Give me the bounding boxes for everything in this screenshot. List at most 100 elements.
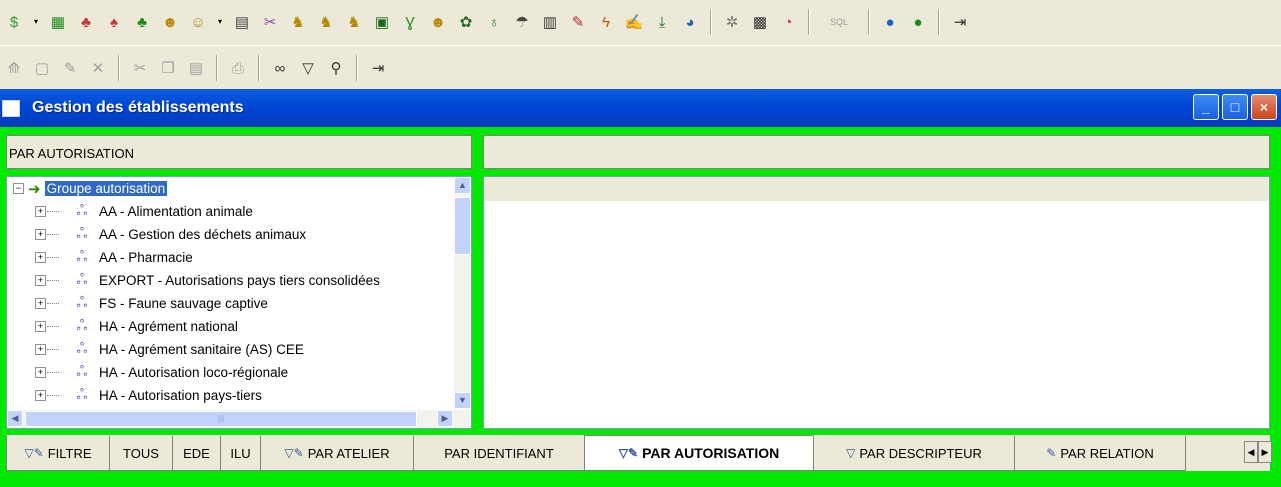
tab-par-autorisation[interactable]: ▽✎ PAR AUTORISATION — [584, 435, 814, 471]
tree-item[interactable]: + ஃ AA - Gestion des déchets animaux — [7, 223, 306, 246]
animal-group-icon[interactable]: ♞ — [287, 11, 309, 33]
tree-item[interactable]: + ஃ HA - Autorisation pays-tiers — [7, 384, 262, 407]
tree-item[interactable]: + ஃ AA - Alimentation animale — [7, 200, 253, 223]
tree-item[interactable]: + ஃ HA - Agrément national — [7, 315, 238, 338]
scissors-icon[interactable]: ✂ — [259, 11, 281, 33]
download-icon[interactable]: ⤓ — [651, 11, 673, 33]
calculator-icon[interactable]: ▦ — [47, 11, 69, 33]
animal-group-3-icon[interactable]: ♞ — [343, 11, 365, 33]
register-icon[interactable]: ▣ — [371, 11, 393, 33]
window-icon[interactable] — [2, 99, 20, 117]
chevron-down-icon[interactable]: ▾ — [31, 11, 41, 33]
expand-icon[interactable]: + — [35, 229, 46, 240]
scroll-up-icon[interactable]: ▲ — [454, 177, 471, 194]
new-record-icon[interactable]: ⟰ — [3, 57, 25, 79]
people-group-icon[interactable]: ☺ — [187, 11, 209, 33]
tree-item-label[interactable]: HA - Autorisation pays-tiers — [99, 388, 262, 403]
delete-icon[interactable]: ✕ — [87, 57, 109, 79]
globe-green-icon[interactable]: ● — [907, 11, 929, 33]
scroll-left-icon[interactable]: ◀ — [7, 410, 23, 427]
maximize-button[interactable]: □ — [1222, 94, 1248, 120]
copy-icon[interactable]: ❐ — [157, 57, 179, 79]
globe-blue-icon[interactable]: ● — [879, 11, 901, 33]
horizontal-scrollbar[interactable]: ◀ ||| ▶ — [7, 410, 471, 428]
tab-par-atelier[interactable]: ▽✎ PAR ATELIER — [260, 435, 414, 471]
tree-item-label[interactable]: EXPORT - Autorisations pays tiers consol… — [99, 273, 380, 288]
tree-root-label[interactable]: Groupe autorisation — [44, 181, 168, 196]
tree-item[interactable]: + ஃ EXPORT - Autorisations pays tiers co… — [7, 269, 380, 292]
vertical-scroll-thumb[interactable] — [454, 197, 471, 255]
tree-item[interactable]: + ஃ HA - Autorisation loco-régionale — [7, 361, 288, 384]
tree-item[interactable]: + ஃ FS - Faune sauvage captive — [7, 292, 268, 315]
pencil-icon[interactable]: ✎ — [567, 11, 589, 33]
user-remove-icon[interactable]: ♠ — [103, 11, 125, 33]
document-icon[interactable]: ▤ — [231, 11, 253, 33]
tab-scroll-right-icon[interactable]: ▶ — [1258, 441, 1272, 463]
detail-pane[interactable] — [483, 176, 1270, 429]
animal-group-2-icon[interactable]: ♞ — [315, 11, 337, 33]
properties-icon[interactable]: ✎ — [59, 57, 81, 79]
crowd-icon[interactable]: ☻ — [427, 11, 449, 33]
filter-icon[interactable]: ▽ — [297, 57, 319, 79]
expand-icon[interactable]: + — [35, 206, 46, 217]
paste-icon[interactable]: ▤ — [185, 57, 207, 79]
exit-icon[interactable]: ⇥ — [367, 57, 389, 79]
authorization-tree[interactable]: − ➜ Groupe autorisation + ஃ AA - Aliment… — [6, 176, 472, 429]
umbrella-icon[interactable]: ☂ — [511, 11, 533, 33]
expand-icon[interactable]: + — [35, 298, 46, 309]
building-icon[interactable]: ▥ — [539, 11, 561, 33]
zoom-icon[interactable]: ⚲ — [325, 57, 347, 79]
expand-icon[interactable]: + — [35, 275, 46, 286]
horizontal-scroll-thumb[interactable]: ||| — [25, 411, 417, 427]
binoculars-icon[interactable]: ∞ — [269, 57, 291, 79]
expand-icon[interactable]: + — [35, 321, 46, 332]
tree-item[interactable]: + ஃ AA - Pharmacie — [7, 246, 193, 269]
tab-par-descripteur[interactable]: ▽ PAR DESCRIPTEUR — [813, 435, 1015, 471]
minimize-button[interactable]: _ — [1193, 94, 1219, 120]
flask-icon[interactable]: ♁ — [483, 11, 505, 33]
tree-icon[interactable]: ♣ — [131, 11, 153, 33]
tab-ilu[interactable]: ILU — [220, 435, 261, 471]
vertical-scrollbar[interactable]: ▲ ▼ — [454, 177, 471, 409]
collapse-icon[interactable]: − — [13, 183, 24, 194]
tab-filtre[interactable]: ▽✎ FILTRE — [6, 435, 110, 471]
tree-item-label[interactable]: FS - Faune sauvage captive — [99, 296, 268, 311]
people-icon[interactable]: ☻ — [159, 11, 181, 33]
dollar-icon[interactable]: $ — [3, 11, 25, 33]
tree-item-label[interactable]: HA - Agrément national — [99, 319, 238, 334]
mask-icon[interactable]: ✿ — [455, 11, 477, 33]
tree-item[interactable]: + ஃ HA - Agrément sanitaire (AS) CEE — [7, 338, 304, 361]
tree-item-label[interactable]: AA - Pharmacie — [99, 250, 193, 265]
globe-icon[interactable]: ◕ — [679, 11, 701, 33]
tab-par-relation[interactable]: ✎ PAR RELATION — [1014, 435, 1186, 471]
pie-chart-icon[interactable]: ◔ — [777, 11, 799, 33]
tree-item-label[interactable]: HA - Autorisation loco-régionale — [99, 365, 288, 380]
expand-icon[interactable]: + — [35, 367, 46, 378]
expand-icon[interactable]: + — [35, 252, 46, 263]
chevron-down-icon[interactable]: ▾ — [215, 11, 225, 33]
print-icon[interactable]: ⎙ — [227, 57, 249, 79]
tree-item-label[interactable]: HA - Agrément sanitaire (AS) CEE — [99, 342, 304, 357]
expand-icon[interactable]: + — [35, 390, 46, 401]
window-title-bar[interactable]: Gestion des établissements _ □ × — [0, 89, 1281, 127]
edit-note-icon[interactable]: ✍ — [623, 11, 645, 33]
tree-root[interactable]: − ➜ Groupe autorisation — [7, 177, 168, 200]
tab-tous[interactable]: TOUS — [109, 435, 173, 471]
report-icon[interactable]: ▩ — [749, 11, 771, 33]
scroll-down-icon[interactable]: ▼ — [454, 392, 471, 409]
vector-icon[interactable]: Ɣ — [399, 11, 421, 33]
blank-page-icon[interactable]: ▢ — [31, 57, 53, 79]
close-button[interactable]: × — [1251, 94, 1277, 120]
gear-icon[interactable]: ✲ — [721, 11, 743, 33]
expand-icon[interactable]: + — [35, 344, 46, 355]
exit-icon[interactable]: ⇥ — [949, 11, 971, 33]
scroll-right-icon[interactable]: ▶ — [437, 410, 453, 427]
cut-icon[interactable]: ✂ — [129, 57, 151, 79]
tree-item-label[interactable]: AA - Gestion des déchets animaux — [99, 227, 306, 242]
users-icon[interactable]: ♣ — [75, 11, 97, 33]
lightning-icon[interactable]: ϟ — [595, 11, 617, 33]
tab-ede[interactable]: EDE — [172, 435, 221, 471]
tab-par-identifiant[interactable]: PAR IDENTIFIANT — [413, 435, 585, 471]
sql-button[interactable]: SQL — [819, 11, 859, 33]
tab-scroll-left-icon[interactable]: ◀ — [1244, 441, 1258, 463]
